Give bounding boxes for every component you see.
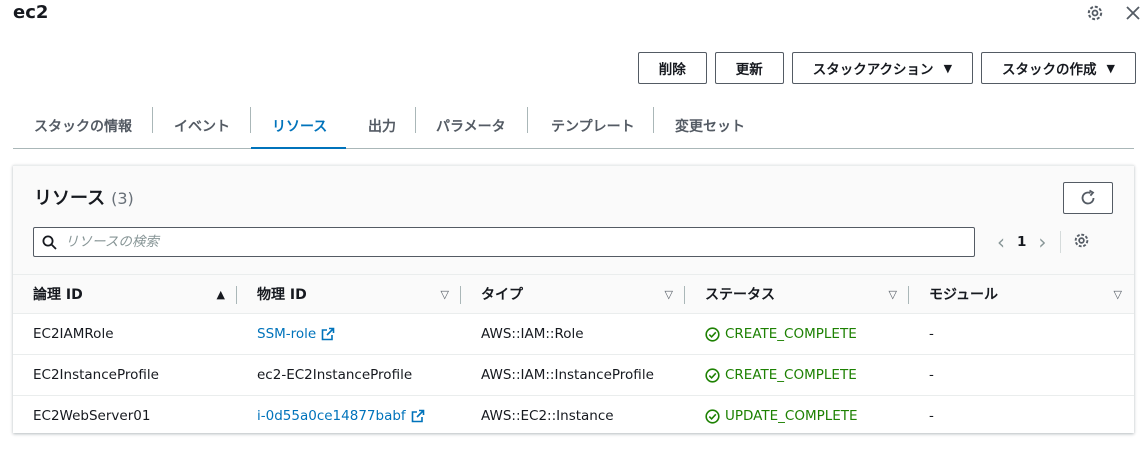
table-row: EC2WebServer01 i-0d55a0ce14877babf AWS::… <box>13 396 1134 437</box>
resource-search-input[interactable] <box>65 234 945 250</box>
update-button-label: 更新 <box>735 62 763 78</box>
tab-outputs[interactable]: 出力 <box>346 103 416 148</box>
gear-icon[interactable] <box>1073 232 1090 253</box>
stack-actions-bar: 削除 更新 スタックアクション ▼ スタックの作成 ▼ <box>637 52 1136 84</box>
sort-icon[interactable]: ▽ <box>441 288 449 301</box>
external-link-icon <box>321 327 335 341</box>
logical-id: EC2IAMRole <box>33 326 114 342</box>
sort-ascending-icon[interactable]: ▲ <box>217 288 225 301</box>
page-title: ec2 <box>13 2 49 23</box>
gear-icon[interactable] <box>1084 2 1106 24</box>
resource-status: CREATE_COMPLETE <box>725 326 857 342</box>
column-header-module[interactable]: モジュール ▽ <box>909 275 1134 314</box>
column-header-status[interactable]: ステータス ▽ <box>685 275 909 314</box>
delete-button-label: 削除 <box>658 62 686 78</box>
create-stack-dropdown[interactable]: スタックの作成 ▼ <box>981 52 1136 84</box>
tab-stack-info[interactable]: スタックの情報 <box>13 103 153 148</box>
resource-search-field[interactable] <box>33 227 975 257</box>
resources-table: 論理 ID ▲ 物理 ID ▽ タイプ ▽ ステータス ▽ モジュール ▽ EC2IAMR… <box>13 275 1134 436</box>
resource-type: AWS::EC2::Instance <box>481 408 614 424</box>
tab-label: パラメータ <box>436 118 506 135</box>
tab-label: 変更セット <box>675 118 745 135</box>
logical-id: EC2WebServer01 <box>33 408 151 424</box>
physical-id: SSM-role <box>257 326 317 342</box>
resources-panel: リソース (3) ‹ 1 › 論理 ID ▲ 物理 ID ▽ タイプ ▽ ステータス ▽ … <box>13 165 1134 433</box>
resource-module: - <box>929 408 934 424</box>
physical-id-link[interactable]: SSM-role <box>237 314 461 354</box>
resources-heading-text: リソース <box>34 188 106 209</box>
refresh-icon <box>1081 189 1095 205</box>
logical-id: EC2InstanceProfile <box>33 367 159 383</box>
tab-bar: スタックの情報 イベント リソース 出力 パラメータ テンプレート 変更セット <box>13 103 1134 149</box>
tab-resources[interactable]: リソース <box>251 103 346 149</box>
close-icon[interactable] <box>1122 2 1144 24</box>
create-stack-label: スタックの作成 <box>1002 62 1097 78</box>
resource-status: UPDATE_COMPLETE <box>725 408 858 424</box>
physical-id-link[interactable]: i-0d55a0ce14877babf <box>237 396 461 436</box>
tab-label: 出力 <box>368 118 396 135</box>
tab-change-sets[interactable]: 変更セット <box>654 103 774 148</box>
chevron-right-icon[interactable]: › <box>1038 232 1046 252</box>
column-label: モジュール <box>929 287 999 303</box>
column-label: ステータス <box>705 287 775 303</box>
resource-module: - <box>929 367 934 383</box>
status-success-icon <box>705 326 720 342</box>
column-header-logical-id[interactable]: 論理 ID ▲ <box>13 275 237 314</box>
status-success-icon <box>705 408 720 424</box>
resource-module: - <box>929 326 934 342</box>
external-link-icon <box>411 409 424 423</box>
tab-label: スタックの情報 <box>34 118 132 135</box>
column-header-type[interactable]: タイプ ▽ <box>461 275 685 314</box>
caret-down-icon: ▼ <box>943 61 953 75</box>
tab-label: テンプレート <box>551 118 635 135</box>
caret-down-icon: ▼ <box>1106 61 1115 75</box>
table-row: EC2IAMRole SSM-role AWS::IAM::Role CREAT… <box>13 313 1134 355</box>
column-label: 論理 ID <box>33 287 83 303</box>
delete-button[interactable]: 削除 <box>637 52 707 84</box>
status-success-icon <box>705 367 720 383</box>
resources-count: (3) <box>111 189 134 208</box>
current-page[interactable]: 1 <box>1017 234 1026 250</box>
resources-heading: リソース (3) <box>34 184 134 210</box>
resources-panel-header: リソース (3) ‹ 1 › <box>13 166 1134 275</box>
resource-type: AWS::IAM::Role <box>481 326 584 342</box>
sort-icon[interactable]: ▽ <box>889 288 897 301</box>
column-label: 物理 ID <box>257 287 307 303</box>
tab-label: リソース <box>272 118 328 135</box>
resource-type: AWS::IAM::InstanceProfile <box>481 367 654 383</box>
table-row: EC2InstanceProfile ec2-EC2InstanceProfil… <box>13 354 1134 396</box>
tab-parameters[interactable]: パラメータ <box>416 103 528 148</box>
sort-icon[interactable]: ▽ <box>665 288 673 301</box>
tab-template[interactable]: テンプレート <box>528 103 654 148</box>
column-header-physical-id[interactable]: 物理 ID ▽ <box>237 275 461 314</box>
stack-actions-dropdown[interactable]: スタックアクション ▼ <box>791 52 974 84</box>
search-icon <box>42 235 57 250</box>
pagination: ‹ 1 › <box>997 227 1090 257</box>
refresh-button[interactable] <box>1063 182 1113 214</box>
tab-label: イベント <box>174 118 230 135</box>
chevron-left-icon[interactable]: ‹ <box>997 232 1005 252</box>
top-icons <box>1084 2 1144 24</box>
resource-status: CREATE_COMPLETE <box>725 367 857 383</box>
stack-actions-label: スタックアクション <box>812 62 934 78</box>
column-label: タイプ <box>481 287 523 303</box>
tab-events[interactable]: イベント <box>153 103 251 148</box>
physical-id: ec2-EC2InstanceProfile <box>257 367 413 383</box>
sort-icon[interactable]: ▽ <box>1114 288 1122 301</box>
physical-id: i-0d55a0ce14877babf <box>257 408 406 424</box>
update-button[interactable]: 更新 <box>714 52 784 84</box>
